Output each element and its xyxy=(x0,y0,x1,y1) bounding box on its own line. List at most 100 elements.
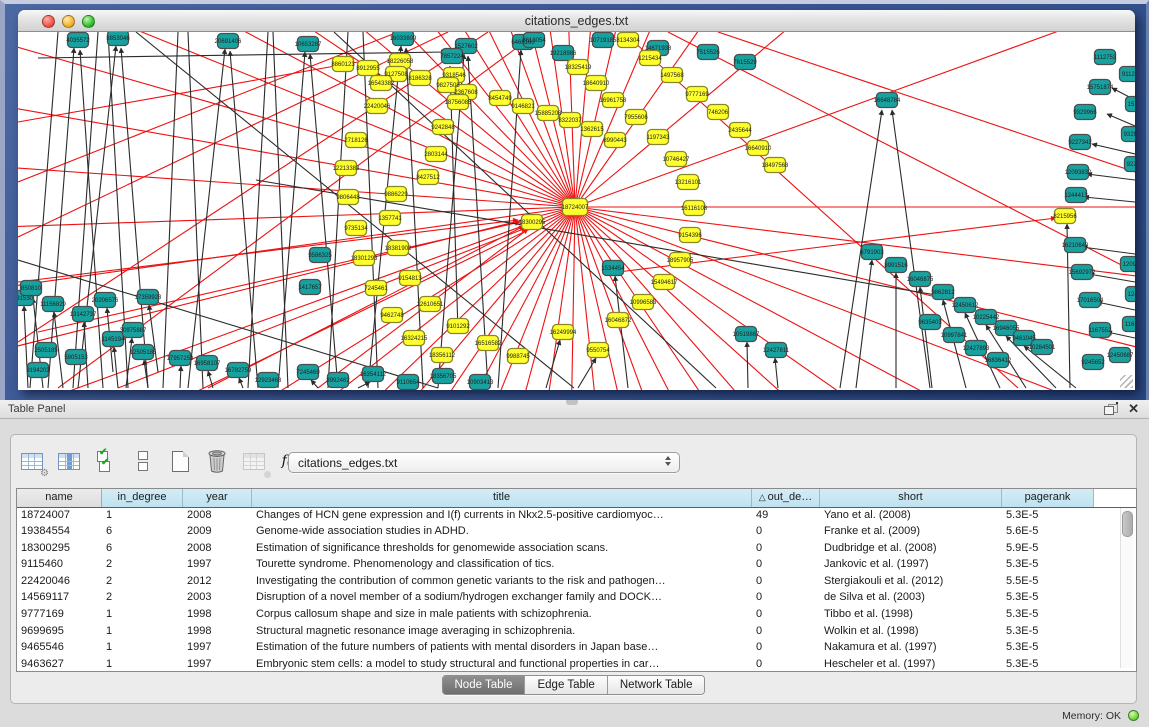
graph-node-label: 12213383 xyxy=(333,166,360,172)
graph-node-label: 18497568 xyxy=(762,163,789,169)
delete-table-icon[interactable] xyxy=(204,448,230,474)
column-header-outde[interactable]: △out_de… xyxy=(752,489,820,507)
table-cell: 5.3E-5 xyxy=(1002,590,1094,607)
graph-node-label: 10284501 xyxy=(1029,345,1056,351)
table-row[interactable]: 946554611997Estimation of the future num… xyxy=(17,640,1136,657)
table-cell: 0 xyxy=(752,557,820,574)
network-window[interactable]: citations_edges.txt 40355728853046206914… xyxy=(18,10,1135,390)
graph-node-label: 13216101 xyxy=(675,180,702,186)
row-height-icon[interactable] xyxy=(130,448,156,474)
table-settings-icon[interactable]: ⚙ xyxy=(19,448,45,474)
vertical-scrollbar[interactable] xyxy=(1120,508,1133,668)
table-row[interactable]: 2242004622012Investigating the contribut… xyxy=(17,573,1136,590)
column-header-name[interactable]: name xyxy=(17,489,102,507)
graph-node-label: 1527602 xyxy=(454,44,478,50)
graph-node-label: 15751874 xyxy=(1087,85,1114,91)
tab-edge-table[interactable]: Edge Table xyxy=(525,676,607,694)
resize-grip[interactable] xyxy=(1120,375,1133,388)
table-cell: 19384554 xyxy=(17,524,102,541)
table-cell: 18724007 xyxy=(17,507,102,524)
graph-node-label: 12093 xyxy=(1123,262,1135,268)
column-header-short[interactable]: short xyxy=(820,489,1002,507)
table-selector-dropdown[interactable]: citations_edges.txt xyxy=(288,452,680,473)
column-header-pagerank[interactable]: pagerank xyxy=(1002,489,1094,507)
table-cell: Changes of HCN gene expression and I(f) … xyxy=(252,507,752,524)
graph-node-label: 12450612 xyxy=(952,303,979,309)
graph-node-label: 5905153 xyxy=(64,355,88,361)
table-cell: 9699695 xyxy=(17,623,102,640)
graph-node-label: 14671938 xyxy=(645,46,672,52)
graph-node-label: 9329966 xyxy=(1073,110,1097,116)
table-row[interactable]: 1830029562008Estimation of significance … xyxy=(17,540,1136,557)
graph-node-label: 9862812 xyxy=(931,290,955,296)
import-table-disabled-icon xyxy=(241,448,267,474)
table-cell: 2009 xyxy=(183,524,252,541)
graph-node-label: 16961758 xyxy=(600,98,627,104)
table-cell: 5.3E-5 xyxy=(1002,607,1094,624)
network-desktop: citations_edges.txt 40355728853046206914… xyxy=(0,0,1149,400)
graph-node-label: 17359928 xyxy=(135,295,162,301)
table-cell: 0 xyxy=(752,573,820,590)
graph-node-label: 12093832 xyxy=(1065,170,1092,176)
table-cell: 2003 xyxy=(183,590,252,607)
table-row[interactable]: 977716911998Corpus callosum shape and si… xyxy=(17,607,1136,624)
graph-node-label: 8322037 xyxy=(558,118,582,124)
graph-node-label: 7955606 xyxy=(624,115,648,121)
table-cell: Structural magnetic resonance image aver… xyxy=(252,623,752,640)
table-cell: 14569117 xyxy=(17,590,102,607)
table-cell: 5.3E-5 xyxy=(1002,557,1094,574)
table-cell: 6 xyxy=(102,524,183,541)
graph-node-label: 8990443 xyxy=(603,138,627,144)
column-header-year[interactable]: year xyxy=(183,489,252,507)
status-bar: Memory: OK xyxy=(0,706,1149,727)
graph-node-label: 12923468 xyxy=(255,378,282,384)
column-header-indegree[interactable]: in_degree xyxy=(102,489,183,507)
graph-node-label: 9550754 xyxy=(586,348,610,354)
table-type-tabs: Node TableEdge TableNetwork Table xyxy=(11,675,1136,695)
node-table[interactable]: namein_degreeyeartitle△out_de…shortpager… xyxy=(16,488,1137,672)
close-panel-icon[interactable]: ✕ xyxy=(1128,401,1139,417)
graph-node-label: 18640910 xyxy=(583,81,610,87)
graph-node-label: 16033809 xyxy=(390,36,417,42)
graph-node-label: 16640910 xyxy=(745,146,772,152)
table-cell: Estimation of significance thresholds fo… xyxy=(252,540,752,557)
table-cell: Disruption of a novel member of a sodium… xyxy=(252,590,752,607)
float-panel-icon[interactable] xyxy=(1104,403,1117,415)
graph-node-label: 19218986 xyxy=(550,51,577,57)
table-cell: de Silva et al. (2003) xyxy=(820,590,1002,607)
dropdown-stepper-icon xyxy=(665,456,671,466)
table-row[interactable]: 1456911722003Disruption of a novel membe… xyxy=(17,590,1136,607)
new-table-icon[interactable] xyxy=(167,448,193,474)
column-header-title[interactable]: title xyxy=(252,489,752,507)
table-cell: Yano et al. (2008) xyxy=(820,507,1002,524)
table-cell: 5.3E-5 xyxy=(1002,507,1094,524)
select-rows-icon[interactable]: ✔ ✔ xyxy=(93,448,119,474)
table-row[interactable]: 1872400712008Changes of HCN gene express… xyxy=(17,507,1136,524)
network-canvas[interactable]: 4035572885304620691406106532871603380915… xyxy=(18,32,1135,390)
show-column-icon[interactable] xyxy=(56,448,82,474)
table-cell: Corpus callosum shape and size in male p… xyxy=(252,607,752,624)
table-row[interactable]: 946362711997Embryonic stem cells: a mode… xyxy=(17,656,1136,672)
table-panel-header: Table Panel ✕ xyxy=(0,400,1149,419)
scrollbar-thumb[interactable] xyxy=(1122,511,1133,537)
table-row[interactable]: 911546021997Tourette syndrome. Phenomeno… xyxy=(17,557,1136,574)
citation-network-graph[interactable]: 4035572885304620691406106532871603380915… xyxy=(18,32,1135,390)
tab-node-table[interactable]: Node Table xyxy=(443,676,526,694)
graph-node-label: 8860123 xyxy=(331,62,355,68)
table-row[interactable]: 969969511998Structural magnetic resonanc… xyxy=(17,623,1136,640)
network-window-titlebar[interactable]: citations_edges.txt xyxy=(18,10,1135,32)
graph-node-label: 9586325 xyxy=(308,253,332,259)
table-cell: 5.5E-5 xyxy=(1002,573,1094,590)
table-cell: Nakamura et al. (1997) xyxy=(820,640,1002,657)
table-row[interactable]: 1938455462009Genome-wide association stu… xyxy=(17,524,1136,541)
tab-network-table[interactable]: Network Table xyxy=(608,676,705,694)
graph-node-label: 9777169 xyxy=(685,92,709,98)
table-rows: 1872400712008Changes of HCN gene express… xyxy=(17,507,1136,671)
table-panel-title: Table Panel xyxy=(8,403,66,415)
splitter-handle[interactable] xyxy=(566,400,578,405)
graph-node-label: 9227342 xyxy=(1068,140,1092,146)
graph-node-label: 16046872 xyxy=(605,318,632,324)
graph-node-label: 18300295 xyxy=(519,220,546,226)
table-cell: 5.6E-5 xyxy=(1002,524,1094,541)
graph-node-label: 7245469 xyxy=(296,370,320,376)
